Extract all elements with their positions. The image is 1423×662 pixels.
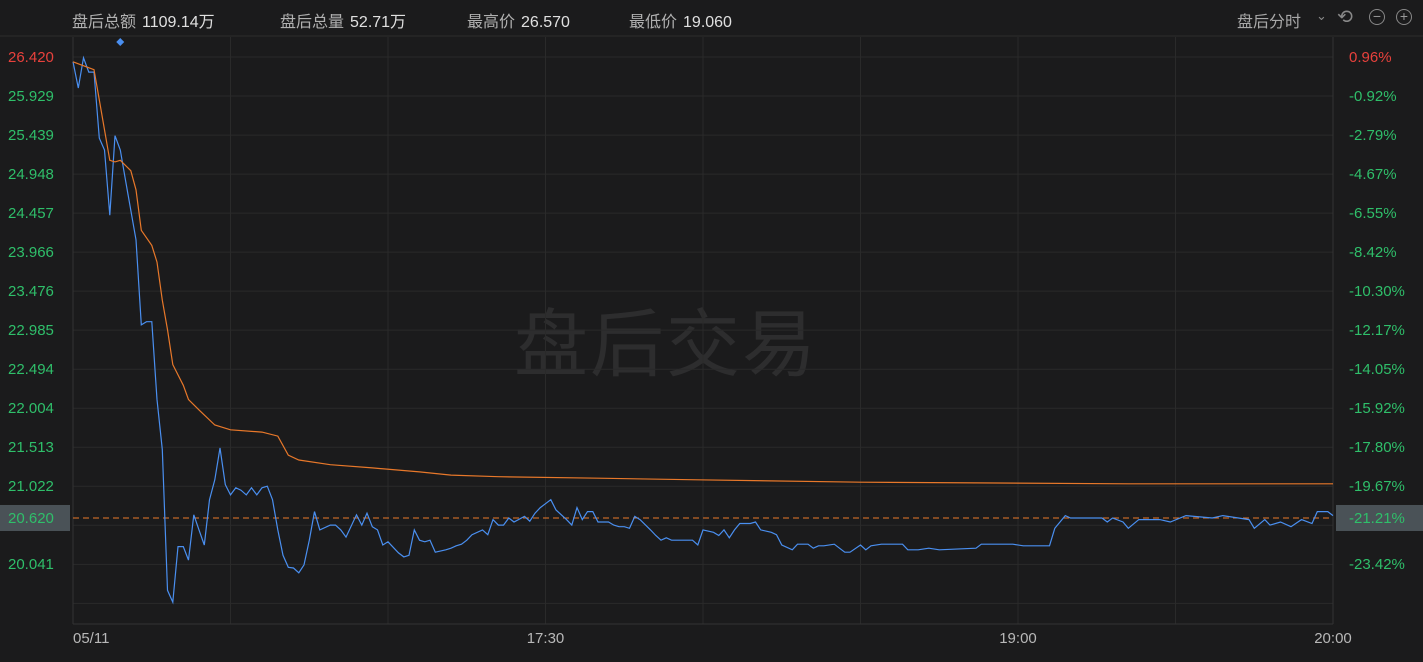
event-marker-diamond — [116, 38, 125, 46]
x-tick-label: 20:00 — [1314, 630, 1352, 647]
y-tick-label-right: 0.96% — [1349, 49, 1392, 66]
y-tick-label-right: -0.92% — [1349, 88, 1397, 105]
y-tick-label-left: 21.022 — [8, 478, 54, 495]
x-tick-label: 05/11 — [73, 630, 109, 647]
y-tick-label-left: 26.420 — [8, 49, 54, 66]
y-tick-label-left: 21.513 — [8, 439, 54, 456]
y-tick-label-right: -8.42% — [1349, 244, 1397, 261]
y-tick-label-right: -2.79% — [1349, 127, 1397, 144]
y-tick-label-left: 20.620 — [8, 510, 54, 527]
y-tick-label-left: 20.041 — [8, 556, 54, 573]
y-tick-label-right: -6.55% — [1349, 205, 1397, 222]
y-tick-label-left: 23.966 — [8, 244, 54, 261]
x-tick-label: 17:30 — [527, 630, 565, 647]
y-tick-label-left: 22.985 — [8, 322, 54, 339]
y-tick-label-right: -23.42% — [1349, 556, 1405, 573]
y-tick-label-left: 25.439 — [8, 127, 54, 144]
y-tick-label-left: 22.004 — [8, 400, 54, 417]
intraday-chart[interactable]: 26.420 0.96% 25.929 -0.92% 25.439 -2.79% 24.94… — [0, 0, 1423, 662]
y-tick-label-left: 22.494 — [8, 361, 54, 378]
y-tick-label-left: 24.457 — [8, 205, 54, 222]
y-tick-label-left: 24.948 — [8, 166, 54, 183]
y-tick-label-right: -21.21% — [1349, 510, 1405, 527]
y-tick-label-right: -12.17% — [1349, 322, 1405, 339]
y-tick-label-right: -4.67% — [1349, 166, 1397, 183]
y-tick-label-right: -19.67% — [1349, 478, 1405, 495]
y-tick-label-right: -14.05% — [1349, 361, 1405, 378]
y-tick-label-right: -15.92% — [1349, 400, 1405, 417]
x-tick-label: 19:00 — [999, 630, 1037, 647]
y-tick-label-left: 25.929 — [8, 88, 54, 105]
y-tick-label-left: 23.476 — [8, 283, 54, 300]
y-tick-label-right: -10.30% — [1349, 283, 1405, 300]
y-tick-label-right: -17.80% — [1349, 439, 1405, 456]
